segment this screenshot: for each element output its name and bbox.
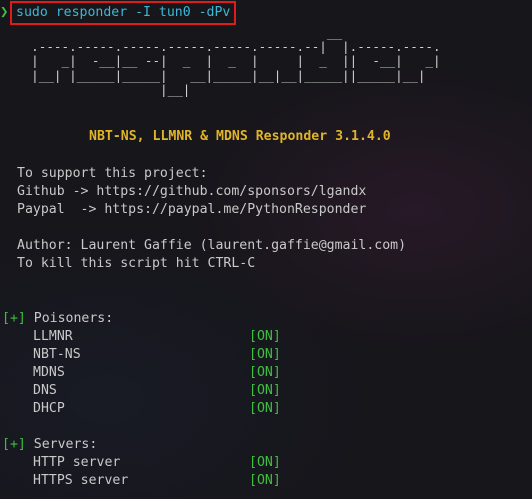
terminal-window[interactable]: ❯ sudo responder -I tun0 -dPv __ .----.-… [0,0,532,499]
ascii-banner: __ .----.-----.-----.-----.-----.-----.-… [31,25,441,97]
poisoner-name: LLMNR [33,329,73,344]
poisoner-status: [ON] [249,401,281,416]
prompt-arrow-icon: ❯ [0,4,9,20]
poisoners-heading: [+] Poisoners: [2,310,113,328]
server-name: HTTPS server [33,473,129,488]
servers-heading: [+] Servers: [2,436,97,454]
poisoner-name: NBT-NS [33,347,81,362]
server-name: HTTP server [33,455,121,470]
poisoner-name: DHCP [33,401,65,416]
poisoner-status: [ON] [249,365,281,380]
poisoner-name: DNS [33,383,57,398]
servers-marker: [+] [2,437,26,452]
poisoner-name: MDNS [33,365,65,380]
support-intro: To support this project: [17,166,208,181]
kill-hint: To kill this script hit CTRL-C [17,256,256,271]
server-status: [ON] [249,473,281,488]
banner-title: NBT-NS, LLMNR & MDNS Responder 3.1.4.0 [89,129,391,144]
poisoners-label: Poisoners: [25,311,114,326]
author-line: Author: Laurent Gaffie (laurent.gaffie@g… [17,238,407,253]
poisoner-status: [ON] [249,383,281,398]
poisoner-status: [ON] [249,347,281,362]
support-github: Github -> https://github.com/sponsors/lg… [17,184,367,199]
command-text: sudo responder -I tun0 -dPv [16,5,231,20]
servers-label: Servers: [25,437,98,452]
support-paypal: Paypal -> https://paypal.me/PythonRespon… [17,202,367,217]
poisoners-marker: [+] [2,311,26,326]
server-status: [ON] [249,455,281,470]
poisoner-status: [ON] [249,329,281,344]
